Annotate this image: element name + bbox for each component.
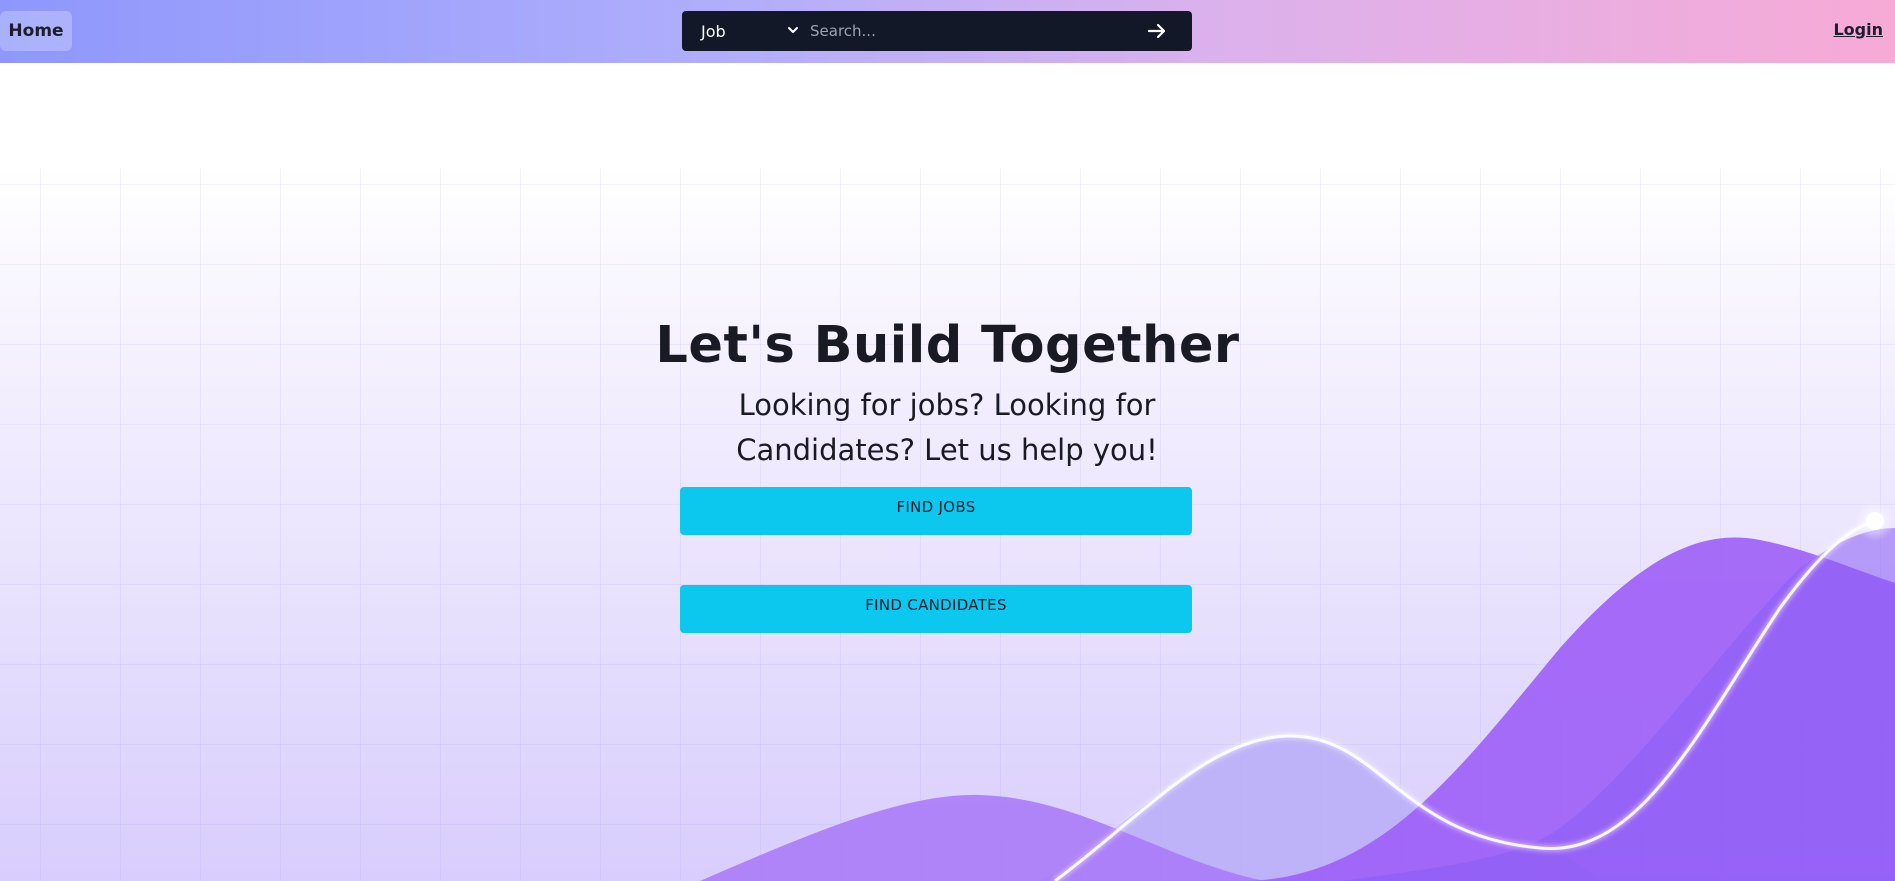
hero-section: Let's Build Together Looking for jobs? L…: [0, 168, 1895, 881]
search-bar: Job: [682, 11, 1192, 51]
glow-dot: [1866, 512, 1884, 530]
find-jobs-button[interactable]: FIND JOBS: [680, 487, 1192, 535]
top-navbar: Home Job Login: [0, 0, 1895, 63]
arrow-right-icon: [1147, 23, 1166, 39]
hero-subtitle: Looking for jobs? Looking for Candidates…: [736, 388, 1158, 467]
search-category-value: Job: [701, 21, 726, 41]
home-button[interactable]: Home: [0, 11, 72, 51]
hero-title: Let's Build Together: [655, 316, 1240, 375]
chevron-down-icon: [788, 27, 798, 33]
search-submit-button[interactable]: [1122, 11, 1192, 51]
search-input[interactable]: [810, 11, 1122, 51]
login-link[interactable]: Login: [1833, 20, 1883, 39]
find-candidates-button[interactable]: FIND CANDIDATES: [680, 585, 1192, 633]
search-category-select[interactable]: Job: [682, 11, 810, 51]
